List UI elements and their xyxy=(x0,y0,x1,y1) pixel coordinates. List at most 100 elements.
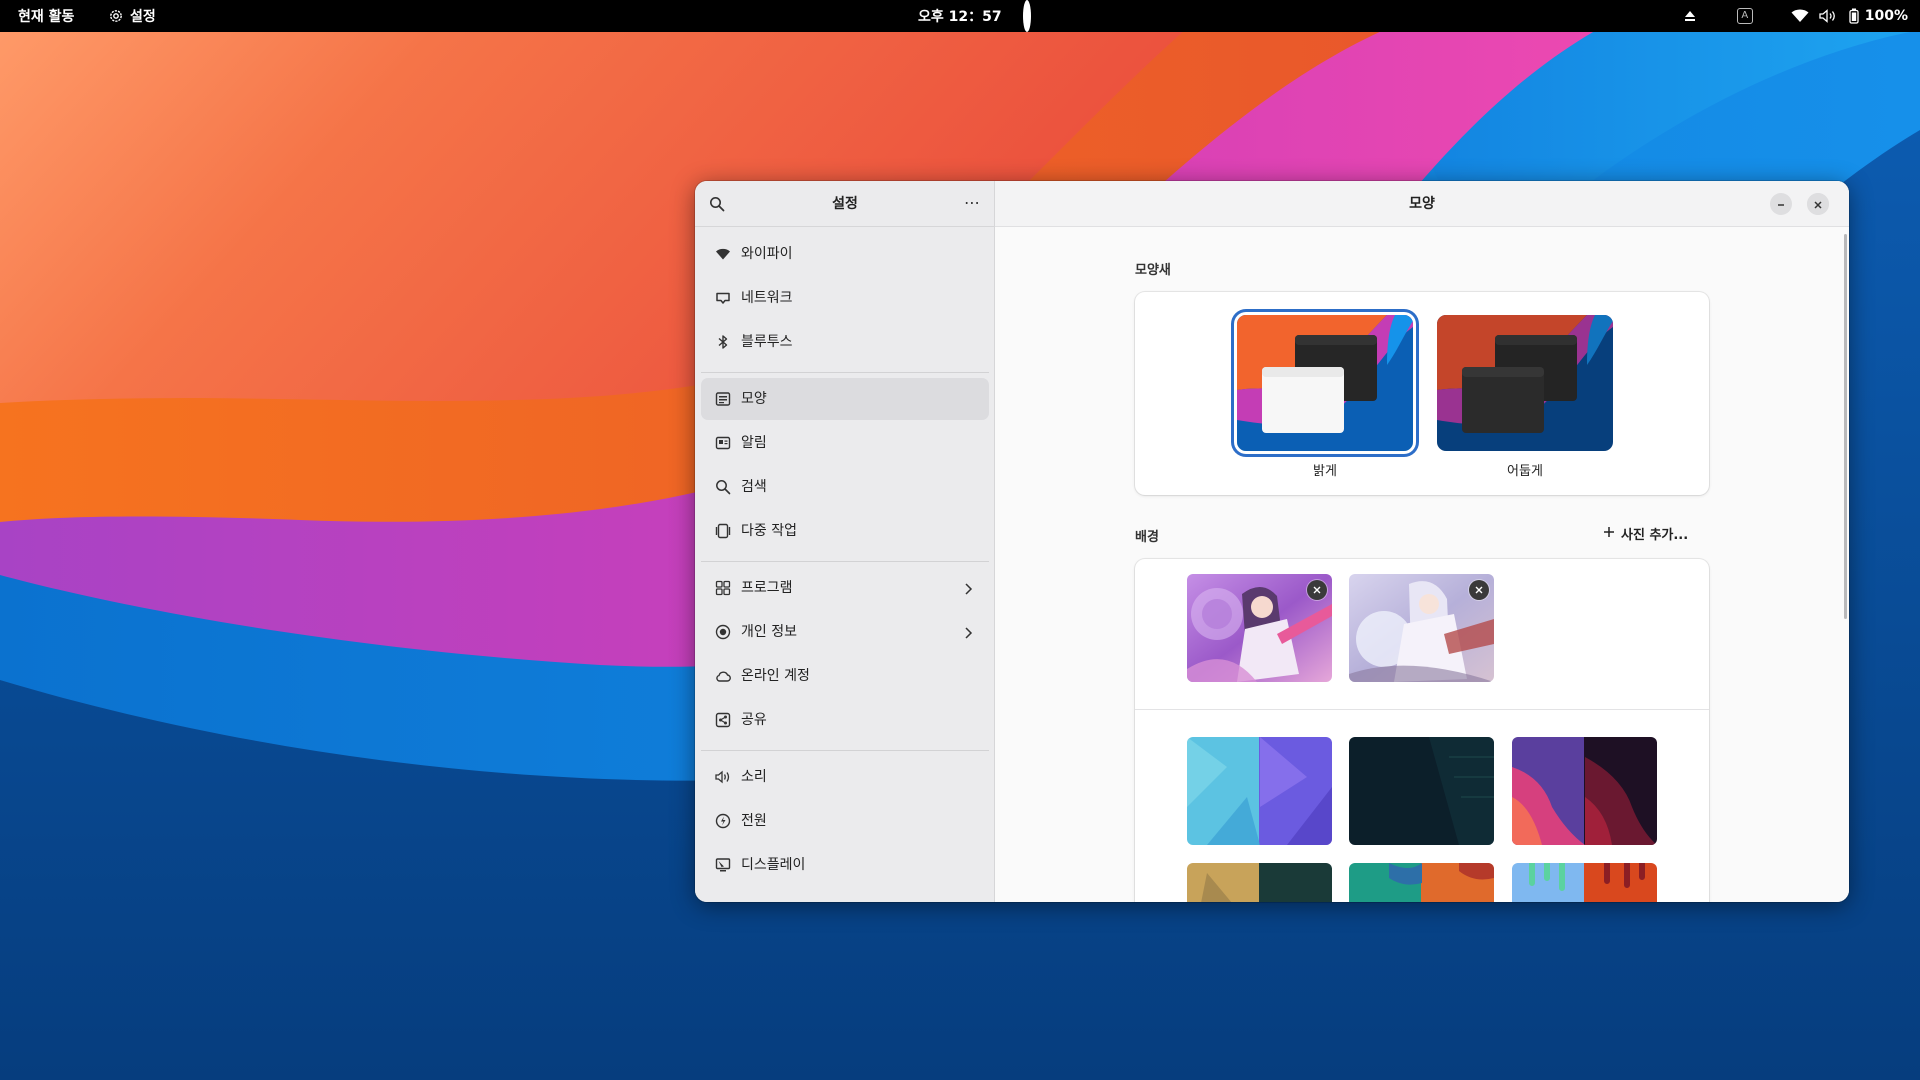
sidebar-item-multitasking[interactable]: 다중 작업 xyxy=(701,510,989,552)
background-thumbnail[interactable] xyxy=(1349,737,1494,845)
search-icon xyxy=(715,479,731,495)
sidebar-divider xyxy=(701,561,989,562)
minimize-button[interactable] xyxy=(1770,193,1792,215)
sidebar-item-label: 모양 xyxy=(741,391,767,407)
sidebar-item-label: 블루투스 xyxy=(741,334,793,350)
teal-orange-image xyxy=(1349,863,1494,902)
volume-icon xyxy=(1819,9,1837,23)
background-thumbnail[interactable] xyxy=(1187,863,1332,902)
remove-background-button[interactable] xyxy=(1307,580,1327,600)
chevron-right-icon xyxy=(963,581,973,600)
plus-icon xyxy=(1603,526,1615,542)
notifications-icon xyxy=(715,435,731,451)
sidebar-item-search[interactable]: 검색 xyxy=(701,466,989,508)
sidebar-item-online-accounts[interactable]: 온라인 계정 xyxy=(701,655,989,697)
sidebar-item-label: 다중 작업 xyxy=(741,523,797,539)
gear-icon xyxy=(108,8,124,24)
sidebar-item-label: 와이파이 xyxy=(741,246,793,262)
wifi-icon xyxy=(715,246,731,262)
sidebar-divider xyxy=(701,372,989,373)
search-icon[interactable] xyxy=(709,196,725,216)
background-thumbnail[interactable] xyxy=(1349,574,1494,682)
style-card: 밝게 어둡게 xyxy=(1135,292,1709,495)
apps-icon xyxy=(715,580,731,596)
sidebar-item-display[interactable]: 디스플레이 xyxy=(701,844,989,886)
sidebar-item-sound[interactable]: 소리 xyxy=(701,756,989,798)
content-pane: 모양 모양새 밝게 어둡게 배경 사진 추가... xyxy=(995,181,1849,902)
top-bar: 현재 활동 설정 오후 12：57 A 100% xyxy=(0,0,1920,32)
style-option-light[interactable] xyxy=(1237,315,1413,451)
sidebar-item-apps[interactable]: 프로그램 xyxy=(701,567,989,609)
sidebar-item-appearance[interactable]: 모양 xyxy=(701,378,989,420)
scrollbar[interactable] xyxy=(1844,234,1847,619)
appearance-icon xyxy=(715,391,731,407)
sidebar-item-label: 알림 xyxy=(741,435,767,451)
sidebar-item-power[interactable]: 전원 xyxy=(701,800,989,842)
sidebar-item-notifications[interactable]: 알림 xyxy=(701,422,989,464)
multitasking-icon xyxy=(715,523,731,539)
background-thumbnail[interactable] xyxy=(1187,574,1332,682)
background-thumbnail[interactable] xyxy=(1349,863,1494,902)
keyboard-layout-icon[interactable]: A xyxy=(1736,8,1753,24)
dark-style-preview xyxy=(1437,315,1613,451)
style-dark-label: 어둡게 xyxy=(1507,464,1543,479)
sidebar-item-label: 온라인 계정 xyxy=(741,668,810,684)
background-card xyxy=(1135,559,1709,902)
background-thumbnail[interactable] xyxy=(1512,737,1657,845)
cloud-icon xyxy=(715,668,731,684)
app-menu-button[interactable]: 설정 xyxy=(108,0,156,32)
app-menu-label: 설정 xyxy=(130,9,156,25)
eject-icon[interactable] xyxy=(1683,9,1697,23)
close-icon xyxy=(1475,586,1483,594)
remove-background-button[interactable] xyxy=(1469,580,1489,600)
menu-button[interactable]: ⋯ xyxy=(964,195,981,211)
sidebar-item-label: 전원 xyxy=(741,813,767,829)
style-option-dark[interactable] xyxy=(1437,315,1613,451)
close-icon xyxy=(1813,195,1823,214)
system-menu-button[interactable]: A 100% xyxy=(1683,0,1908,32)
sidebar-item-label: 네트워크 xyxy=(741,290,793,306)
close-icon xyxy=(1313,586,1321,594)
privacy-icon xyxy=(715,624,731,640)
light-style-preview xyxy=(1237,315,1413,451)
background-thumbnail[interactable] xyxy=(1187,737,1332,845)
background-thumbnail[interactable] xyxy=(1512,863,1657,902)
chevron-right-icon xyxy=(963,625,973,644)
sidebar-title: 설정 xyxy=(832,196,858,212)
add-photo-button[interactable]: 사진 추가... xyxy=(1603,524,1688,543)
battery-icon xyxy=(1849,8,1859,24)
activities-label: 현재 활동 xyxy=(18,9,75,25)
content-header: 모양 xyxy=(995,181,1849,227)
close-button[interactable] xyxy=(1807,193,1829,215)
minimize-icon xyxy=(1776,195,1786,214)
sidebar-item-privacy[interactable]: 개인 정보 xyxy=(701,611,989,653)
sidebar-item-sharing[interactable]: 공유 xyxy=(701,699,989,741)
notification-dot xyxy=(1023,0,1031,32)
background-divider xyxy=(1135,709,1709,710)
sidebar-item-wifi[interactable]: 와이파이 xyxy=(701,233,989,275)
sharing-icon xyxy=(715,712,731,728)
purple-pink-waves-image xyxy=(1512,737,1657,845)
dark-teal-image xyxy=(1349,737,1494,845)
sidebar-item-label: 프로그램 xyxy=(741,580,793,596)
sidebar-item-label: 디스플레이 xyxy=(741,857,806,873)
style-light-label: 밝게 xyxy=(1313,464,1337,479)
sidebar: 설정 ⋯ 와이파이 네트워크 블루투스 모양 알림 검색 다중 작업 프로그램 … xyxy=(695,181,995,902)
background-section-title: 배경 xyxy=(1135,530,1159,545)
sidebar-item-bluetooth[interactable]: 블루투스 xyxy=(701,321,989,363)
display-icon xyxy=(715,857,731,873)
clock-button[interactable]: 오후 12：57 xyxy=(918,0,1002,32)
sidebar-header: 설정 ⋯ xyxy=(695,181,995,227)
battery-percentage: 100% xyxy=(1864,8,1908,24)
blue-purple-triangles-image xyxy=(1187,737,1332,845)
style-section-title: 모양새 xyxy=(1135,263,1171,278)
sound-icon xyxy=(715,769,731,785)
keyboard-layout-label: A xyxy=(1736,8,1753,24)
add-photo-label: 사진 추가... xyxy=(1621,528,1689,543)
bluetooth-icon xyxy=(715,334,731,350)
sidebar-divider xyxy=(701,750,989,751)
clock-label: 오후 12：57 xyxy=(918,9,1002,25)
activities-button[interactable]: 현재 활동 xyxy=(18,0,74,32)
gold-green-image xyxy=(1187,863,1332,902)
sidebar-item-network[interactable]: 네트워크 xyxy=(701,277,989,319)
